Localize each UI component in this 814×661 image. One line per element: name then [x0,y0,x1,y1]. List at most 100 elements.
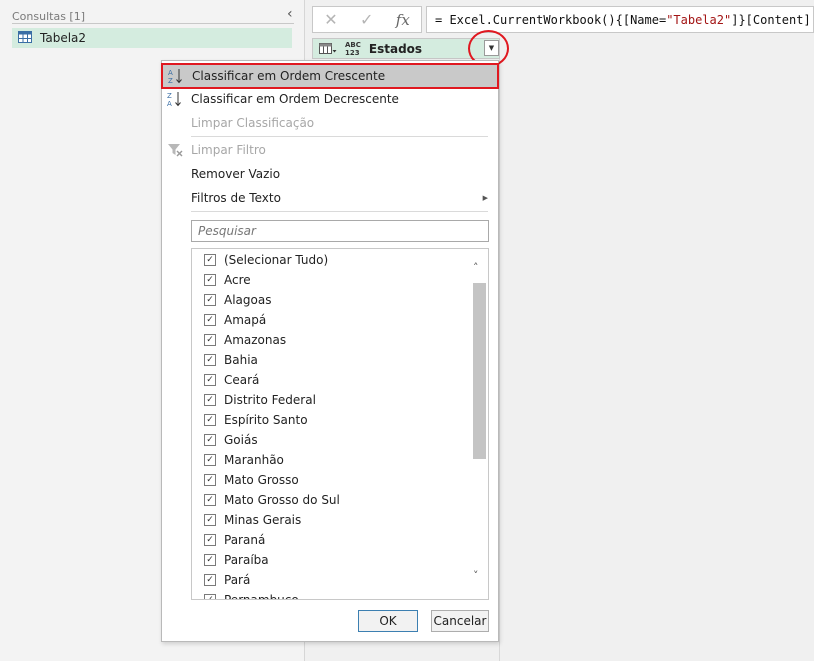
value-label: Bahia [224,353,258,367]
remove-empty-item[interactable]: Remover Vazio [162,163,498,185]
svg-text:Z: Z [168,77,173,85]
type-any-icon[interactable]: ABC 123 [345,41,361,57]
clear-filter-label: Limpar Filtro [191,143,266,157]
checkbox-checked-icon[interactable]: ✓ [204,294,216,306]
value-label: Paraná [224,533,266,547]
table-menu-icon[interactable] [319,42,337,55]
value-label: Amazonas [224,333,287,347]
value-item[interactable]: ✓ Amazonas [192,330,470,350]
query-item-tabela2[interactable]: Tabela2 [12,28,292,48]
checkbox-checked-icon[interactable]: ✓ [204,554,216,566]
ok-button[interactable]: OK [358,610,418,632]
value-item[interactable]: ✓ Paraná [192,530,470,550]
check-icon[interactable]: ✓ [360,10,373,29]
fx-icon[interactable]: fx [396,11,410,29]
clear-sort-item[interactable]: Limpar Classificação [162,112,498,134]
formula-prefix: = Excel.CurrentWorkbook(){[Name= [435,12,667,27]
sort-ascending-item[interactable]: A Z Classificar em Ordem Crescente [161,63,499,89]
type-top: ABC [345,40,361,49]
search-input[interactable]: Pesquisar [191,220,489,242]
sort-descending-item[interactable]: Z A Classificar em Ordem Decrescente [162,88,498,110]
value-item[interactable]: ✓ Goiás [192,430,470,450]
search-placeholder: Pesquisar [198,224,256,238]
value-label: Maranhão [224,453,284,467]
svg-text:A: A [167,100,172,108]
value-label: Ceará [224,373,260,387]
checkbox-checked-icon[interactable]: ✓ [204,374,216,386]
checkbox-checked-icon[interactable]: ✓ [204,574,216,586]
value-item[interactable]: ✓ Amapá [192,310,470,330]
menu-separator [191,136,488,137]
value-item[interactable]: ✓ Mato Grosso [192,470,470,490]
clear-filter-item[interactable]: Limpar Filtro [162,139,498,161]
table-icon [18,30,32,46]
value-item[interactable]: ✓ Pernambuco [192,590,470,600]
clear-filter-icon [166,141,184,159]
checkbox-checked-icon[interactable]: ✓ [204,334,216,346]
scroll-up-icon[interactable]: ˄ [473,261,479,274]
value-label: Alagoas [224,293,272,307]
value-label: Pará [224,573,251,587]
value-item[interactable]: ✓ Mato Grosso do Sul [192,490,470,510]
values-scrollbar[interactable]: ˄ ˅ [470,249,488,599]
value-item[interactable]: ✓ Distrito Federal [192,390,470,410]
values-list[interactable]: ✓ (Selecionar Tudo) ✓ Acre ✓ Alagoas ✓ Amapá ✓ Am… [191,248,489,600]
value-item[interactable]: ✓ Pará [192,570,470,590]
value-item[interactable]: ✓ Alagoas [192,290,470,310]
scroll-thumb[interactable] [473,283,486,459]
type-bottom: 123 [345,48,360,57]
sort-descending-label: Classificar em Ordem Decrescente [191,92,399,106]
text-filters-item[interactable]: Filtros de Texto ▶ [162,187,498,209]
column-name: Estados [368,41,423,56]
cancel-button[interactable]: Cancelar [431,610,489,632]
value-label: Minas Gerais [224,513,302,527]
formula-controls: ✕ ✓ fx [312,6,422,33]
checkbox-checked-icon[interactable]: ✓ [204,354,216,366]
checkbox-checked-icon[interactable]: ✓ [204,514,216,526]
value-item[interactable]: ✓ Paraíba [192,550,470,570]
filter-popup: A Z Classificar em Ordem Crescente Z A C… [161,60,499,642]
svg-text:Z: Z [167,92,172,100]
value-item[interactable]: ✓ Acre [192,270,470,290]
checkbox-checked-icon[interactable]: ✓ [204,254,216,266]
value-label: Distrito Federal [224,393,316,407]
value-item[interactable]: ✓ Minas Gerais [192,510,470,530]
value-label: Espírito Santo [224,413,308,427]
formula-suffix: ]}[Content] [731,12,811,27]
sort-descending-icon: Z A [166,90,184,108]
checkbox-checked-icon[interactable]: ✓ [204,414,216,426]
value-item[interactable]: ✓ Espírito Santo [192,410,470,430]
formula-input[interactable]: = Excel.CurrentWorkbook(){[Name= "Tabela2… [426,6,814,33]
checkbox-checked-icon[interactable]: ✓ [204,314,216,326]
checkbox-checked-icon[interactable]: ✓ [204,274,216,286]
checkbox-checked-icon[interactable]: ✓ [204,394,216,406]
value-label: Goiás [224,433,258,447]
queries-divider [12,23,294,24]
value-label: Pernambuco [224,593,299,600]
value-label: Paraíba [224,553,269,567]
collapse-pane-icon[interactable]: ‹ [287,6,293,22]
grid-divider [499,59,500,661]
formula-string: "Tabela2" [666,12,732,27]
scroll-down-icon[interactable]: ˅ [473,569,479,582]
checkbox-checked-icon[interactable]: ✓ [204,494,216,506]
clear-sort-label: Limpar Classificação [191,116,315,130]
remove-empty-label: Remover Vazio [191,167,281,181]
value-label: Acre [224,273,251,287]
value-label: Amapá [224,313,267,327]
value-item[interactable]: ✓ Ceará [192,370,470,390]
value-label: (Selecionar Tudo) [224,253,329,267]
value-item[interactable]: ✓ Maranhão [192,450,470,470]
text-filters-label: Filtros de Texto [191,191,281,205]
checkbox-checked-icon[interactable]: ✓ [204,534,216,546]
checkbox-checked-icon[interactable]: ✓ [204,594,216,599]
query-item-label: Tabela2 [40,31,87,45]
checkbox-checked-icon[interactable]: ✓ [204,434,216,446]
checkbox-checked-icon[interactable]: ✓ [204,474,216,486]
svg-text:A: A [168,69,173,77]
value-item[interactable]: ✓ Bahia [192,350,470,370]
value-item[interactable]: ✓ (Selecionar Tudo) [192,250,470,270]
value-label: Mato Grosso do Sul [224,493,340,507]
cross-icon[interactable]: ✕ [324,10,337,29]
checkbox-checked-icon[interactable]: ✓ [204,454,216,466]
